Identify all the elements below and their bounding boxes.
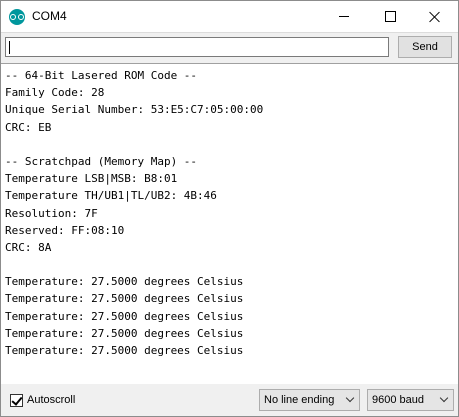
output-line: Temperature: 27.5000 degrees Celsius: [5, 326, 244, 340]
output-line: Temperature: 27.5000 degrees Celsius: [5, 309, 244, 323]
baud-rate-value: 9600 baud: [372, 394, 424, 406]
output-line: Unique Serial Number: 53:E5:C7:05:00:00: [5, 103, 264, 117]
chevron-down-icon: [345, 393, 355, 403]
output-line: CRC: 8A: [5, 240, 52, 254]
line-ending-select[interactable]: No line ending: [259, 389, 360, 411]
autoscroll-label[interactable]: Autoscroll: [27, 394, 75, 406]
output-line: Temperature: 27.5000 degrees Celsius: [5, 275, 244, 289]
chevron-down-icon: [439, 393, 449, 403]
bottom-bar: Autoscroll No line ending 9600 baud: [1, 384, 458, 416]
output-line: [5, 136, 263, 153]
output-line: [5, 256, 263, 273]
minimize-icon: [339, 16, 349, 17]
maximize-button[interactable]: [367, 1, 413, 32]
output-line: Family Code: 28: [5, 86, 105, 100]
close-button[interactable]: [412, 1, 458, 32]
output-line: Temperature LSB|MSB: B8:01: [5, 172, 178, 186]
output-line: Temperature TH/UB1|TL/UB2: 4B:46: [5, 189, 217, 203]
serial-send-input[interactable]: [5, 37, 389, 57]
serial-output-area[interactable]: -- 64-Bit Lasered ROM Code -- Family Code…: [1, 63, 458, 385]
output-line: Resolution: 7F: [5, 206, 98, 220]
send-toolbar: Send: [1, 32, 458, 63]
output-line: -- 64-Bit Lasered ROM Code --: [5, 69, 198, 82]
checkmark-icon: [11, 394, 23, 406]
line-ending-value: No line ending: [264, 394, 335, 406]
output-line: Reserved: FF:08:10: [5, 223, 125, 237]
serial-monitor-window: COM4 Send -- 64-Bit Lasered ROM Code -- F…: [0, 0, 459, 417]
autoscroll-checkbox[interactable]: [10, 394, 23, 407]
output-line: Temperature: 27.5000 degrees Celsius: [5, 344, 244, 357]
serial-output-lines: -- 64-Bit Lasered ROM Code -- Family Code…: [5, 67, 263, 359]
minimize-button[interactable]: [321, 1, 367, 32]
close-icon: [429, 11, 441, 23]
output-line: CRC: EB: [5, 120, 52, 134]
window-title: COM4: [32, 9, 67, 23]
arduino-app-icon: [9, 9, 25, 25]
title-bar[interactable]: COM4: [1, 1, 458, 32]
text-caret: [9, 41, 10, 54]
baud-rate-select[interactable]: 9600 baud: [367, 389, 454, 411]
maximize-icon: [384, 11, 396, 22]
send-button[interactable]: Send: [398, 36, 452, 58]
output-line: -- Scratchpad (Memory Map) --: [5, 154, 198, 168]
output-line: Temperature: 27.5000 degrees Celsius: [5, 292, 244, 306]
